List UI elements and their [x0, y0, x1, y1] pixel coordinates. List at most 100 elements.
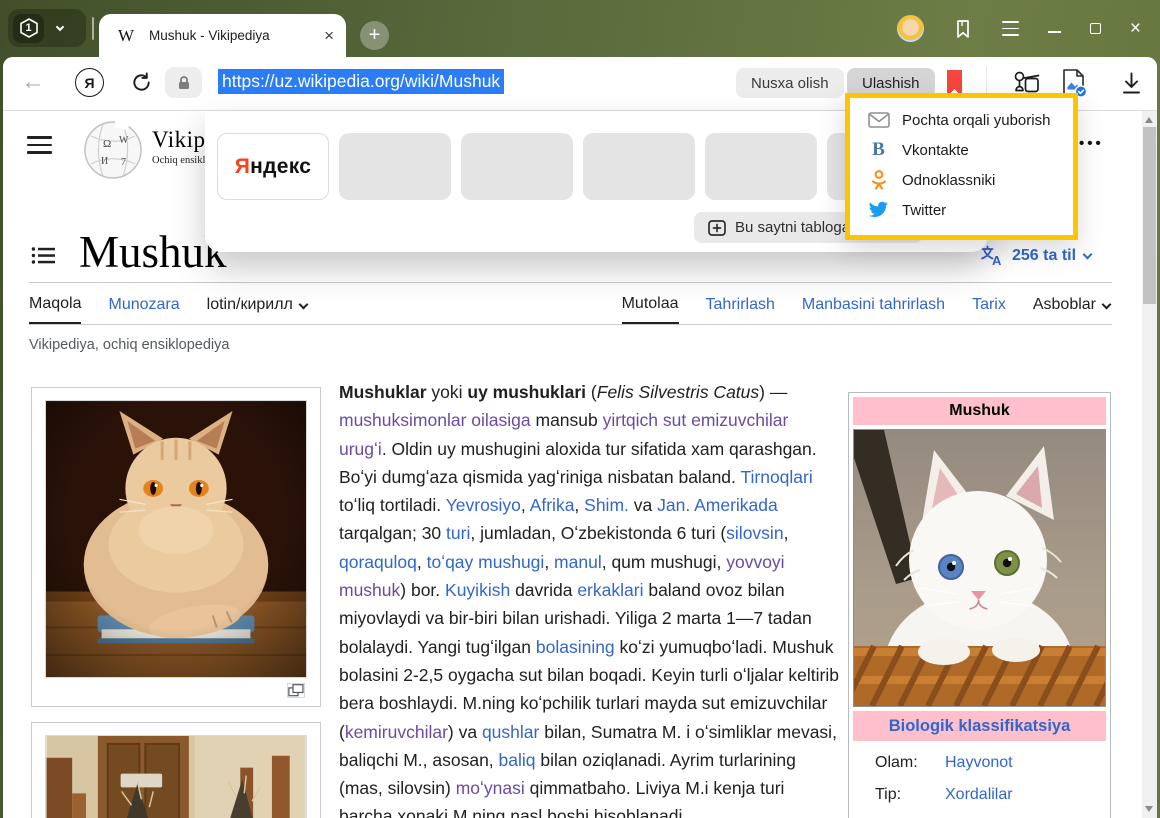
- mail-icon: [865, 112, 892, 128]
- row-label: Tip:: [875, 786, 945, 804]
- wiki-link[interactable]: Shim.: [584, 495, 629, 515]
- language-selector-button[interactable]: A 256 ta til: [980, 245, 1091, 266]
- window-minimize-button[interactable]: [1048, 31, 1061, 33]
- speed-dial-tile[interactable]: [583, 133, 695, 200]
- wiki-link[interactable]: turi: [446, 523, 470, 543]
- window-close-button[interactable]: ×: [1130, 19, 1141, 38]
- wiki-main-menu-icon[interactable]: [27, 136, 52, 154]
- tab-group-badge[interactable]: 1: [13, 14, 44, 43]
- infobox-title: Mushuk: [853, 397, 1106, 425]
- wiki-link[interactable]: manul: [554, 552, 602, 572]
- tab-manbasini-tahrirlash[interactable]: Manbasini tahrirlash: [802, 295, 945, 324]
- share-menu-item-odnoklassniki[interactable]: Odnoklassniki: [850, 165, 1073, 195]
- tab-maqola[interactable]: Maqola: [29, 295, 81, 324]
- wiki-link[interactable]: moʻynasi: [456, 778, 525, 798]
- white-kitten-photo: [854, 430, 1105, 706]
- wiki-link[interactable]: qushlar: [482, 722, 539, 742]
- share-item-label: Vkontakte: [902, 142, 969, 159]
- speed-dial-tiles: Яндекс: [217, 133, 939, 200]
- browser-window: 1 W Mushuk - Vikipediya × + × ← Я: [0, 0, 1160, 818]
- wiki-link[interactable]: bolasining: [536, 637, 615, 657]
- wiki-link[interactable]: silovsin: [726, 523, 783, 543]
- share-menu-item-vkontakte[interactable]: В Vkontakte: [850, 135, 1073, 165]
- chevron-down-icon: [1083, 249, 1093, 259]
- lock-icon: [176, 75, 192, 91]
- chevron-down-icon: [298, 299, 308, 309]
- svg-text:A: A: [992, 253, 1002, 266]
- wiki-link[interactable]: Yevrosiyo: [446, 495, 521, 515]
- row-value-link[interactable]: Hayvonot: [945, 754, 1013, 772]
- tab-group-control[interactable]: 1: [8, 9, 86, 47]
- yandex-tile[interactable]: Яндекс: [217, 133, 329, 200]
- share-menu: Pochta orqali yuborish В Vkontakte Odnok…: [845, 93, 1078, 240]
- toc-icon[interactable]: [31, 246, 56, 265]
- browser-menu-icon[interactable]: [1002, 21, 1019, 35]
- wiki-link[interactable]: qoraquloq: [339, 552, 417, 572]
- wiki-link[interactable]: erkaklari: [577, 580, 643, 600]
- add-tile-icon: [708, 220, 726, 236]
- wiki-link[interactable]: baliq: [499, 750, 536, 770]
- yandex-button[interactable]: Я: [75, 68, 104, 97]
- translate-icon: A: [980, 245, 1004, 266]
- yandex-wordmark: Я: [235, 155, 250, 179]
- row-label: Olam:: [875, 754, 945, 772]
- wiki-link[interactable]: Kuyikish: [445, 580, 510, 600]
- tab-asboblar[interactable]: Asboblar: [1033, 295, 1110, 324]
- article-image-tabby-cat[interactable]: [31, 722, 321, 818]
- infobox-image[interactable]: [853, 429, 1106, 707]
- vk-icon: В: [865, 139, 892, 161]
- svg-text:Ω: Ω: [103, 138, 111, 150]
- wiki-link[interactable]: toʻqay mushugi: [427, 552, 545, 572]
- wiki-link[interactable]: mushuksimonlar oilasiga: [339, 410, 531, 430]
- tabby-cat-photo: [45, 735, 307, 818]
- scroll-up-arrow[interactable]: [1145, 117, 1153, 123]
- download-icon[interactable]: [1120, 71, 1143, 96]
- more-options-icon[interactable]: •••: [1079, 135, 1104, 152]
- svg-text:И: И: [101, 156, 108, 167]
- new-tab-button[interactable]: +: [360, 21, 389, 50]
- wikipedia-logo[interactable]: Ω W И 7: [81, 117, 145, 181]
- enlarge-icon[interactable]: [287, 683, 305, 698]
- speed-dial-tile[interactable]: [339, 133, 451, 200]
- reload-icon[interactable]: [130, 71, 153, 94]
- page-scrollbar[interactable]: [1142, 111, 1157, 818]
- article-image-cat-on-book[interactable]: [31, 387, 321, 707]
- share-menu-item-email[interactable]: Pochta orqali yuborish: [850, 105, 1073, 135]
- copy-url-button[interactable]: Nusxa olish: [736, 68, 844, 98]
- tab-bar: 1 W Mushuk - Vikipediya × + ×: [0, 0, 1160, 57]
- speed-dial-tile[interactable]: [705, 133, 817, 200]
- cat-on-book-photo: [45, 400, 307, 678]
- share-menu-item-twitter[interactable]: Twitter: [850, 195, 1073, 225]
- tab-tahrirlash[interactable]: Tahrirlash: [706, 295, 775, 324]
- wiki-link[interactable]: Tirnoqlari: [740, 467, 812, 487]
- window-maximize-button[interactable]: [1090, 23, 1101, 34]
- profile-avatar[interactable]: [897, 15, 924, 42]
- site-security-chip[interactable]: [165, 67, 202, 98]
- tab-title: Mushuk - Vikipediya: [149, 28, 324, 43]
- infobox-row: Olam: Hayvonot: [875, 754, 1098, 772]
- divider: [92, 17, 94, 40]
- speed-dial-tile[interactable]: [461, 133, 573, 200]
- bookmarks-icon[interactable]: [953, 18, 973, 40]
- share-item-label: Pochta orqali yuborish: [902, 112, 1050, 129]
- view-tabs: Mutolaa Tahrirlash Manbasini tahrirlash …: [622, 295, 1110, 324]
- wiki-link[interactable]: kemiruvchilar: [345, 722, 448, 742]
- wiki-link[interactable]: Jan. Amerikada: [657, 495, 778, 515]
- row-value-link[interactable]: Xordalilar: [945, 786, 1013, 804]
- tab-mutolaa[interactable]: Mutolaa: [622, 295, 679, 324]
- tab-script-switch[interactable]: lotin/кирилл: [207, 295, 307, 324]
- browser-tab-mushuk[interactable]: W Mushuk - Vikipediya ×: [99, 14, 346, 57]
- wiki-link[interactable]: Afrika: [530, 495, 575, 515]
- svg-text:W: W: [119, 135, 129, 146]
- share-item-label: Odnoklassniki: [902, 172, 995, 189]
- share-item-label: Twitter: [902, 202, 946, 219]
- scroll-down-arrow[interactable]: [1145, 806, 1153, 812]
- back-button[interactable]: ←: [21, 68, 45, 96]
- tab-tarix[interactable]: Tarix: [972, 295, 1006, 324]
- tab-munozara[interactable]: Munozara: [108, 295, 179, 324]
- tab-close-icon[interactable]: ×: [324, 27, 334, 44]
- scrollbar-thumb[interactable]: [1143, 127, 1156, 304]
- address-bar-url[interactable]: https://uz.wikipedia.org/wiki/Mushuk: [218, 69, 504, 94]
- divider: [29, 282, 1112, 283]
- wikipedia-favicon: W: [118, 26, 134, 46]
